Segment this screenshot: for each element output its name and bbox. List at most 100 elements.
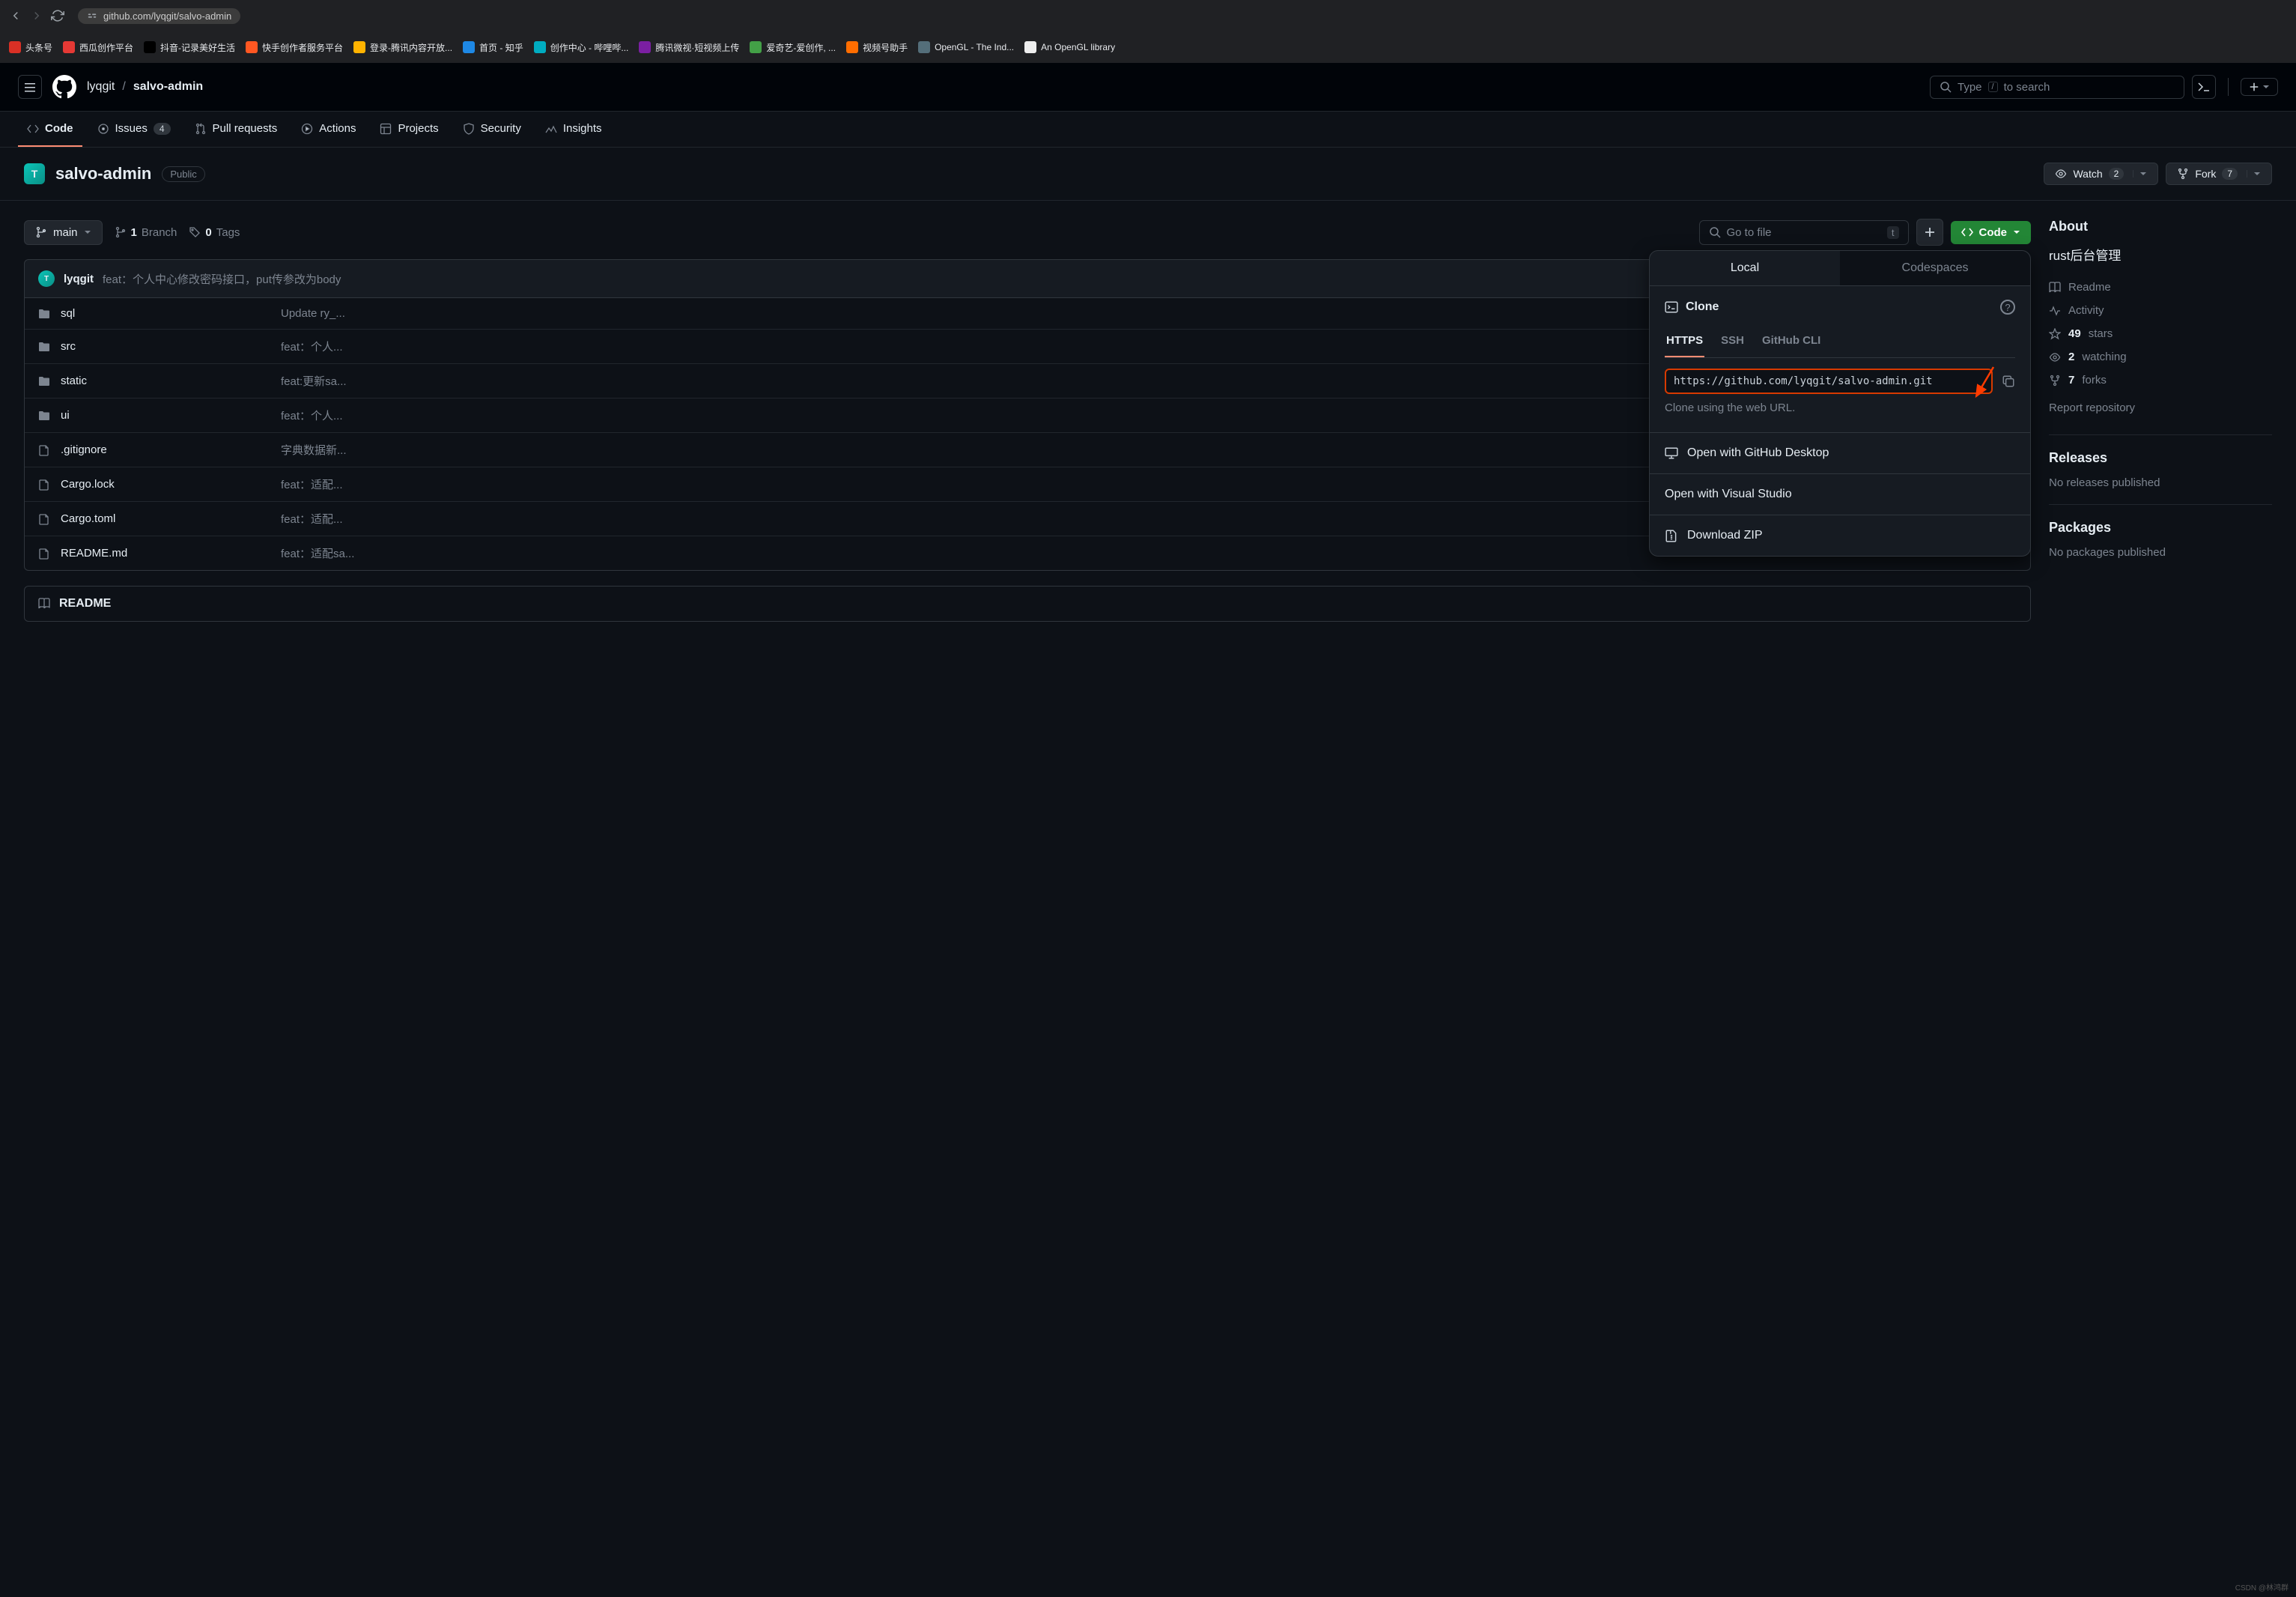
commit-author[interactable]: lyqgit [64,273,94,285]
bookmark-item[interactable]: OpenGL - The Ind... [918,41,1014,53]
file-name[interactable]: static [61,375,270,387]
watch-button[interactable]: Watch 2 [2044,163,2158,185]
back-icon[interactable] [9,9,22,22]
reload-icon[interactable] [51,9,64,22]
file-name[interactable]: Cargo.toml [61,512,270,525]
bookmark-favicon [534,41,546,53]
nav-insights[interactable]: Insights [536,112,611,147]
file-commit-msg[interactable]: feat：适配sa... [281,545,354,561]
file-controls: main 1 Branch 0 Tags Go to file t [24,219,2031,246]
report-link[interactable]: Report repository [2049,396,2272,419]
search-input[interactable]: Type / to search [1930,76,2184,99]
nav-security[interactable]: Security [454,112,530,147]
copy-icon[interactable] [2002,375,2015,388]
projects-icon [380,123,392,135]
clone-tab-local[interactable]: Local [1650,251,1840,285]
watching-link[interactable]: 2 watching [2049,345,2272,369]
bookmark-item[interactable]: 头条号 [9,41,52,54]
clone-subtab-cli[interactable]: GitHub CLI [1761,328,1822,357]
releases-text: No releases published [2049,476,2272,489]
bookmark-item[interactable]: 西瓜创作平台 [63,41,133,54]
file-commit-msg[interactable]: feat:更新sa... [281,373,347,389]
bookmark-favicon [750,41,762,53]
forward-icon[interactable] [30,9,43,22]
bookmark-item[interactable]: 抖音-记录美好生活 [144,41,235,54]
breadcrumb: lyqgit / salvo-admin [87,80,203,94]
watermark: CSDN @林鸿群 [2235,1581,2289,1593]
stars-link[interactable]: 49 stars [2049,322,2272,345]
clone-subtabs: HTTPS SSH GitHub CLI [1665,328,2015,358]
breadcrumb-owner[interactable]: lyqgit [87,80,115,94]
file-name[interactable]: src [61,340,270,353]
clone-subtab-https[interactable]: HTTPS [1665,328,1704,357]
main: main 1 Branch 0 Tags Go to file t [0,201,2296,640]
tags-link[interactable]: 0 Tags [189,226,240,239]
goto-file-input[interactable]: Go to file t [1699,220,1909,245]
file-name[interactable]: ui [61,409,270,422]
file-commit-msg[interactable]: Update ry_... [281,307,345,320]
bookmark-item[interactable]: 视频号助手 [846,41,908,54]
help-icon[interactable]: ? [2000,300,2015,315]
file-commit-msg[interactable]: 字典数据新... [281,442,347,458]
create-new-button[interactable] [2241,78,2278,96]
site-info-icon[interactable] [87,10,97,21]
visibility-badge: Public [162,166,204,182]
file-commit-msg[interactable]: feat：个人... [281,407,343,423]
bookmark-item[interactable]: 腾讯微视·短视频上传 [639,41,739,54]
readme-tab[interactable]: README [24,586,2031,622]
open-github-desktop[interactable]: Open with GitHub Desktop [1650,432,2030,473]
code-button[interactable]: Code [1951,221,2032,244]
nav-projects[interactable]: Projects [371,112,447,147]
desktop-icon [1665,446,1678,460]
releases-section: Releases No releases published [2049,450,2272,505]
bookmark-item[interactable]: 首页 - 知乎 [463,41,523,54]
file-name[interactable]: .gitignore [61,443,270,456]
file-commit-msg[interactable]: feat：个人... [281,339,343,354]
clone-tab-codespaces[interactable]: Codespaces [1840,251,2030,285]
breadcrumb-repo[interactable]: salvo-admin [133,80,203,94]
branch-selector[interactable]: main [24,220,103,245]
bookmark-item[interactable]: 登录-腾讯内容开放... [353,41,452,54]
search-text-pre: Type [1958,81,1982,94]
packages-text: No packages published [2049,546,2272,559]
left-column: main 1 Branch 0 Tags Go to file t [24,219,2031,622]
open-visual-studio[interactable]: Open with Visual Studio [1650,473,2030,515]
file-commit-msg[interactable]: feat：适配... [281,476,343,492]
file-name[interactable]: Cargo.lock [61,478,270,491]
file-name[interactable]: README.md [61,547,270,560]
commit-message[interactable]: feat：个人中心修改密码接口，put传参改为body [103,271,341,287]
zip-icon [1665,529,1678,542]
bookmark-favicon [63,41,75,53]
github-logo-icon[interactable] [52,75,76,99]
command-palette-button[interactable] [2192,75,2216,99]
bookmark-item[interactable]: 快手创作者服务平台 [246,41,343,54]
branches-link[interactable]: 1 Branch [115,226,177,239]
nav-code[interactable]: Code [18,112,82,147]
nav-actions[interactable]: Actions [292,112,365,147]
fork-button[interactable]: Fork 7 [2166,163,2272,185]
browser-toolbar: github.com/lyqgit/salvo-admin [0,0,2296,31]
download-zip[interactable]: Download ZIP [1650,515,2030,556]
bookmark-item[interactable]: 爱奇艺-爱创作, ... [750,41,836,54]
file-commit-msg[interactable]: feat：适配... [281,511,343,527]
actions-icon [301,123,313,135]
nav-issues[interactable]: Issues4 [88,112,180,147]
url-bar[interactable]: github.com/lyqgit/salvo-admin [78,8,240,24]
search-text-post: to search [2004,81,2050,94]
forks-link[interactable]: 7 forks [2049,369,2272,392]
search-kbd: / [1988,82,1998,92]
readme-link[interactable]: Readme [2049,276,2272,299]
clone-url-input[interactable] [1665,369,1993,394]
file-name[interactable]: sql [61,307,270,320]
nav-pull-requests[interactable]: Pull requests [186,112,287,147]
clone-subtab-ssh[interactable]: SSH [1719,328,1746,357]
bookmark-favicon [353,41,365,53]
insights-icon [545,123,557,135]
hamburger-button[interactable] [18,75,42,99]
book-icon [2049,282,2061,294]
add-file-button[interactable] [1916,219,1943,246]
activity-link[interactable]: Activity [2049,299,2272,322]
bookmark-item[interactable]: 创作中心 - 哔哩哔... [534,41,629,54]
hamburger-icon [24,81,36,93]
bookmark-item[interactable]: An OpenGL library [1024,41,1115,53]
